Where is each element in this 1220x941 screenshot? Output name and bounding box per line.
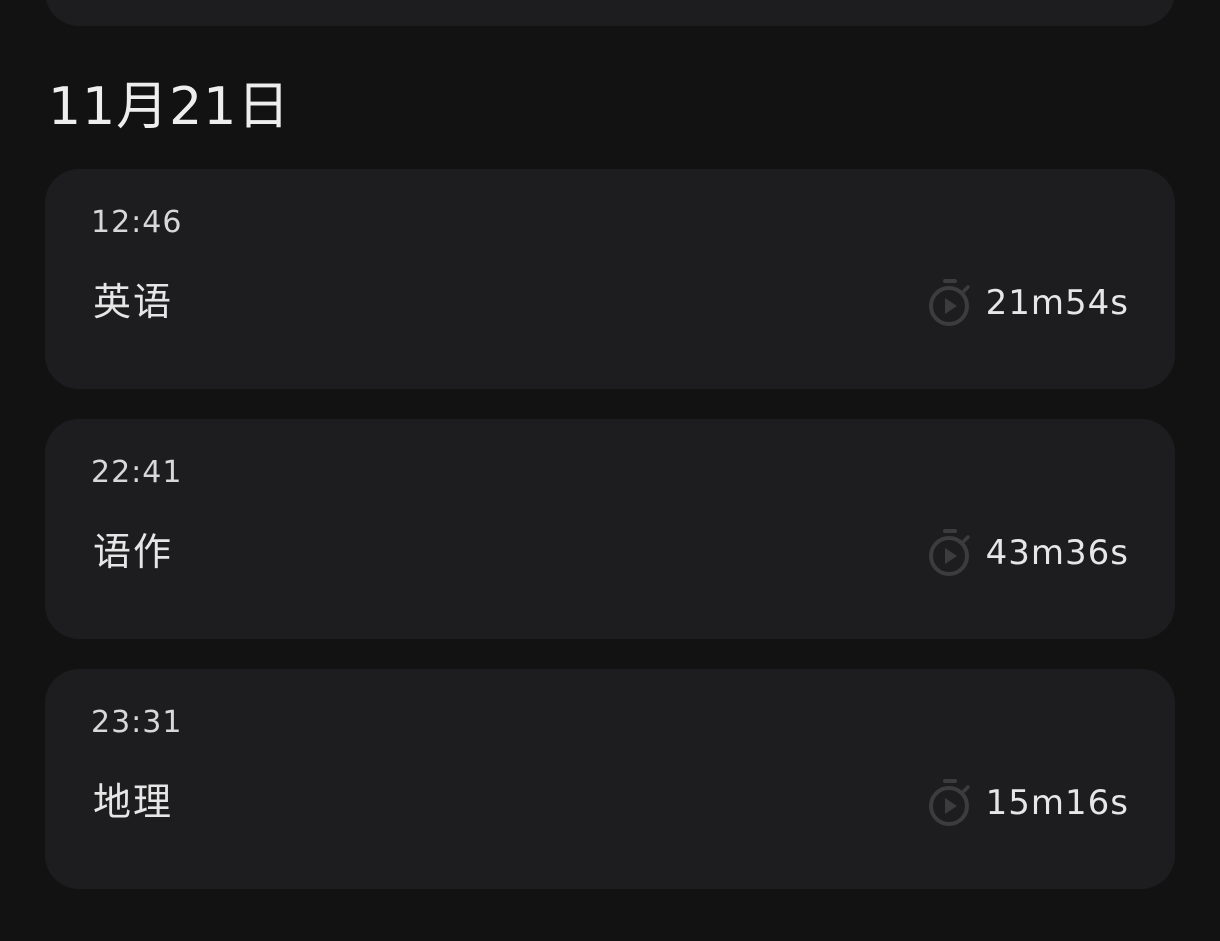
stopwatch-play-icon <box>928 529 970 576</box>
session-duration-group: 21m54s <box>928 279 1129 327</box>
session-time: 22:41 <box>91 455 183 490</box>
session-duration: 21m54s <box>985 283 1129 323</box>
session-time: 23:31 <box>91 705 183 740</box>
session-duration: 43m36s <box>985 533 1129 573</box>
session-card[interactable]: 23:31 地理 15m16s <box>45 669 1175 889</box>
session-duration: 15m16s <box>985 783 1129 823</box>
session-time: 12:46 <box>91 205 183 240</box>
session-subject: 英语 <box>93 280 174 324</box>
session-subject: 地理 <box>93 780 174 824</box>
study-history-page: 11月21日 12:46 英语 21m54s 22:41 语作 43m36s 2… <box>0 0 1220 941</box>
stopwatch-play-icon <box>928 279 970 326</box>
session-card[interactable]: 22:41 语作 43m36s <box>45 419 1175 639</box>
stopwatch-play-icon <box>928 779 970 826</box>
session-subject: 语作 <box>93 530 174 574</box>
previous-session-card[interactable] <box>45 0 1175 26</box>
session-duration-group: 15m16s <box>928 779 1129 827</box>
session-card[interactable]: 12:46 英语 21m54s <box>45 169 1175 389</box>
date-heading: 11月21日 <box>48 77 291 137</box>
session-duration-group: 43m36s <box>928 529 1129 577</box>
